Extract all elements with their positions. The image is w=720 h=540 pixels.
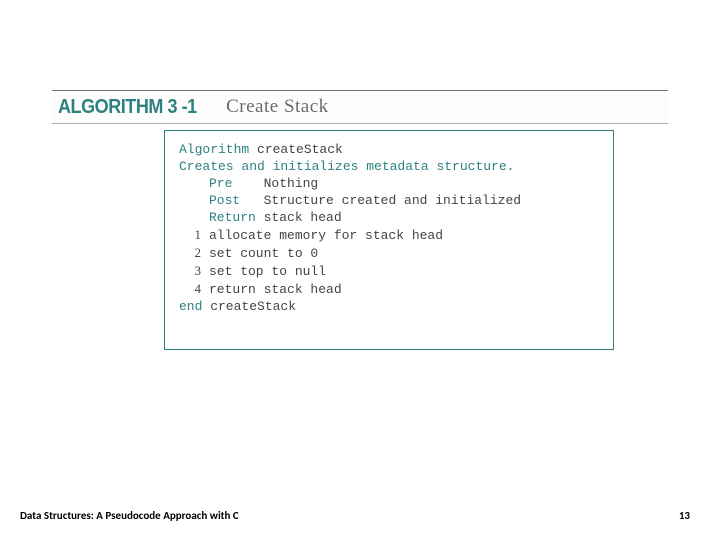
- post-line: Post Structure created and initialized: [179, 192, 605, 209]
- step-text: set top to null: [209, 264, 326, 279]
- keyword-end: end: [179, 299, 202, 314]
- step-num: 1: [179, 226, 201, 243]
- algorithm-title: Create Stack: [226, 96, 329, 118]
- step-text: set count to 0: [209, 246, 318, 261]
- step-num: 3: [179, 262, 201, 279]
- footer-book-title: Data Structures: A Pseudocode Approach w…: [20, 509, 239, 522]
- post-label: Post: [209, 193, 240, 208]
- code-description: Creates and initializes metadata structu…: [179, 158, 605, 175]
- return-label: Return: [209, 210, 256, 225]
- pre-label: Pre: [209, 176, 232, 191]
- end-name: createStack: [202, 299, 296, 314]
- algorithm-label: ALGORITHM 3 -1: [58, 96, 197, 119]
- step-num: 4: [179, 280, 201, 297]
- end-line: end createStack: [179, 298, 605, 315]
- step-text: return stack head: [209, 282, 342, 297]
- step-4: 4 return stack head: [179, 280, 605, 298]
- algo-name: createStack: [249, 142, 343, 157]
- page-number: 13: [679, 509, 690, 522]
- pre-line: Pre Nothing: [179, 175, 605, 192]
- step-2: 2 set count to 0: [179, 244, 605, 262]
- keyword-algorithm: Algorithm: [179, 142, 249, 157]
- pre-text: Nothing: [264, 176, 319, 191]
- step-num: 2: [179, 244, 201, 261]
- code-line: Algorithm createStack: [179, 141, 605, 158]
- return-text: stack head: [256, 210, 342, 225]
- step-text: allocate memory for stack head: [209, 228, 443, 243]
- return-line: Return stack head: [179, 209, 605, 226]
- step-3: 3 set top to null: [179, 262, 605, 280]
- post-text: Structure created and initialized: [264, 193, 521, 208]
- algorithm-header: ALGORITHM 3 -1 Create Stack: [52, 90, 668, 124]
- step-1: 1 allocate memory for stack head: [179, 226, 605, 244]
- pseudocode-box: Algorithm createStack Creates and initia…: [164, 130, 614, 350]
